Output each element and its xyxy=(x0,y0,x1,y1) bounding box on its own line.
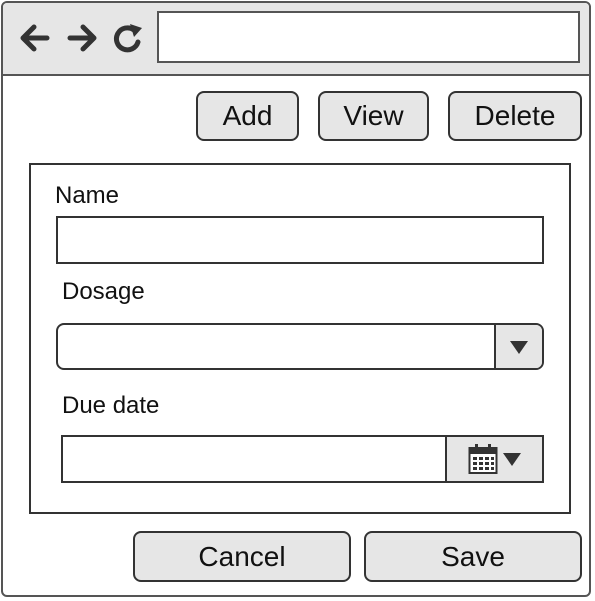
dosage-dropdown-button[interactable] xyxy=(494,325,542,368)
cancel-button[interactable]: Cancel xyxy=(133,531,351,582)
save-button[interactable]: Save xyxy=(364,531,582,582)
name-label: Name xyxy=(55,182,120,209)
calendar-icon xyxy=(468,444,497,474)
address-bar[interactable] xyxy=(157,11,580,63)
delete-button[interactable]: Delete xyxy=(448,91,582,141)
due-date-field[interactable] xyxy=(61,435,544,483)
name-input[interactable] xyxy=(56,216,544,264)
browser-toolbar xyxy=(3,3,589,76)
add-button[interactable]: Add xyxy=(196,91,299,141)
arrow-left-icon[interactable] xyxy=(17,20,53,56)
triangle-down-icon xyxy=(502,453,521,466)
arrow-right-icon[interactable] xyxy=(64,20,100,56)
due-date-picker-button[interactable] xyxy=(445,437,542,481)
reload-icon[interactable] xyxy=(110,20,148,56)
view-button[interactable]: View xyxy=(318,91,429,141)
dosage-select[interactable] xyxy=(56,323,544,370)
triangle-down-icon xyxy=(510,340,528,354)
dosage-label: Dosage xyxy=(62,278,145,305)
due-date-label: Due date xyxy=(62,392,160,419)
browser-window: Add View Delete Name Dosage Due date Can… xyxy=(1,1,591,597)
